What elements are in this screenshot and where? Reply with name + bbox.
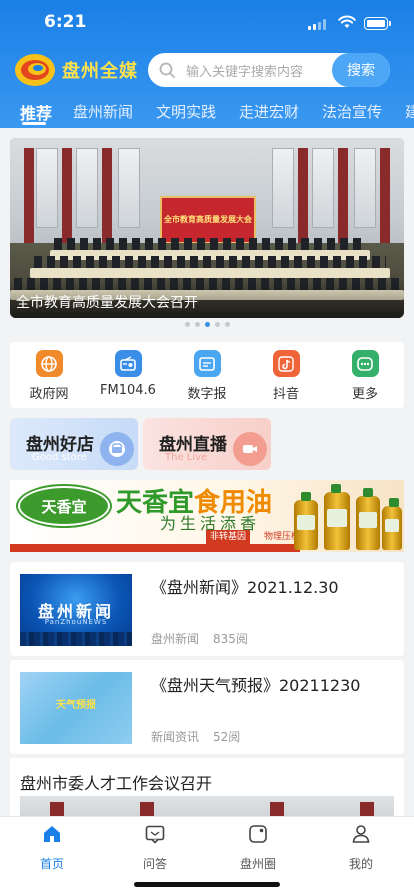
banner-pagination [0,322,414,330]
news-thumbnail: 盘州新闻 PanZhouNEWS [20,574,132,646]
news-source: 盘州新闻 [151,632,200,646]
tab-panzhou-news[interactable]: 盘州新闻 [73,101,133,122]
oil-bottle-image [324,484,350,550]
tab-legal-publicity[interactable]: 法治宣传 [322,101,382,122]
banner-carousel[interactable]: 全市教育高质量发展大会 全市教育高质量发展大会召开 [10,138,404,318]
status-bar: 6:21 [0,12,414,36]
cellular-signal-icon [308,18,328,30]
tab-more-cut[interactable]: 建 [405,101,414,122]
oil-bottle-image [294,492,318,550]
nav-panzhou-circle[interactable]: 盘州圈 [223,823,293,872]
news-item[interactable]: 盘州新闻 PanZhouNEWS 《盘州新闻》2021.12.30 盘州新闻 83… [10,562,404,656]
ad-banner[interactable]: 天香宜 天香宜食用油 为生活添香 非转基因 物理压榨 [10,480,404,552]
nav-mine[interactable]: 我的 [326,823,396,872]
category-tabs: 推荐 盘州新闻 文明实践 走进宏财 法治宣传 建 [0,98,414,126]
nav-home[interactable]: 首页 [17,823,87,872]
banner-stage: 全市教育高质量发展大会 [160,196,256,244]
more-icon [351,350,379,377]
news-thumbnail: 天气预报 [20,672,132,744]
active-tab-indicator [22,122,46,125]
ad-tag: 非转基因 [206,530,251,544]
pagination-dot[interactable] [184,322,190,327]
quick-link-digital-paper[interactable]: 数字报 [172,350,242,402]
oil-bottle-image [356,488,380,550]
radio-icon [114,350,142,377]
pagination-dot[interactable] [194,322,200,327]
tab-civilization-practice[interactable]: 文明实践 [156,101,216,122]
news-item[interactable]: 天气预报 《盘州天气预报》20211230 新闻资讯 52阅 [10,660,404,754]
ad-logo: 天香宜 [18,486,110,526]
search-bar[interactable]: 输入关键字搜索内容 搜索 [148,53,390,87]
app-header: 6:21 盘州全媒 输入关键字搜索内容 搜索 推荐 盘州新闻 文明实践 走进宏财… [0,0,414,128]
news-reads: 52阅 [213,730,241,744]
news-image [20,796,394,818]
promo-good-store[interactable]: 盘州好店 Good store [10,418,138,470]
brand-logo-icon [15,54,55,86]
news-title: 《盘州天气预报》20211230 [151,676,361,695]
douyin-icon [272,350,300,377]
brand-name: 盘州全媒 [62,61,138,82]
news-title: 盘州市委人才工作会议召开 [20,774,213,793]
user-icon [352,825,370,843]
promo-live[interactable]: 盘州直播 The Live [143,418,271,470]
news-item[interactable]: 盘州市委人才工作会议召开 [10,758,404,818]
tab-hongcai[interactable]: 走进宏财 [239,101,299,122]
chat-icon [145,825,165,844]
news-title: 《盘州新闻》2021.12.30 [151,578,339,597]
pagination-dot[interactable] [224,322,230,327]
oil-bottle-image [382,498,402,550]
news-source: 新闻资讯 [151,730,200,744]
globe-icon [35,350,63,377]
search-icon [159,62,175,78]
quick-links: 政府网 FM104.6 数字报 抖音 更多 [10,342,404,408]
wifi-icon [338,15,356,28]
news-meta: 新闻资讯 52阅 [151,728,240,745]
tab-recommend[interactable]: 推荐 [20,100,52,124]
quick-link-more[interactable]: 更多 [330,350,400,402]
pagination-dot[interactable] [214,322,220,327]
quick-link-douyin[interactable]: 抖音 [251,350,321,402]
home-indicator [134,882,280,887]
store-icon [100,432,134,466]
brand: 盘州全媒 [14,52,138,88]
nav-qa[interactable]: 问答 [120,823,190,872]
circle-feed-icon [249,825,267,843]
status-time: 6:21 [44,12,87,32]
quick-link-gov[interactable]: 政府网 [14,350,84,402]
news-meta: 盘州新闻 835阅 [151,630,248,647]
newspaper-icon [193,350,221,377]
home-icon [44,826,60,842]
video-camera-icon [233,432,267,466]
quick-link-fm[interactable]: FM104.6 [93,350,163,398]
pagination-dot-active[interactable] [204,322,210,327]
news-reads: 835阅 [213,632,248,646]
search-button[interactable]: 搜索 [332,53,390,87]
battery-icon [364,17,391,30]
banner-caption: 全市教育高质量发展大会召开 [16,295,198,311]
